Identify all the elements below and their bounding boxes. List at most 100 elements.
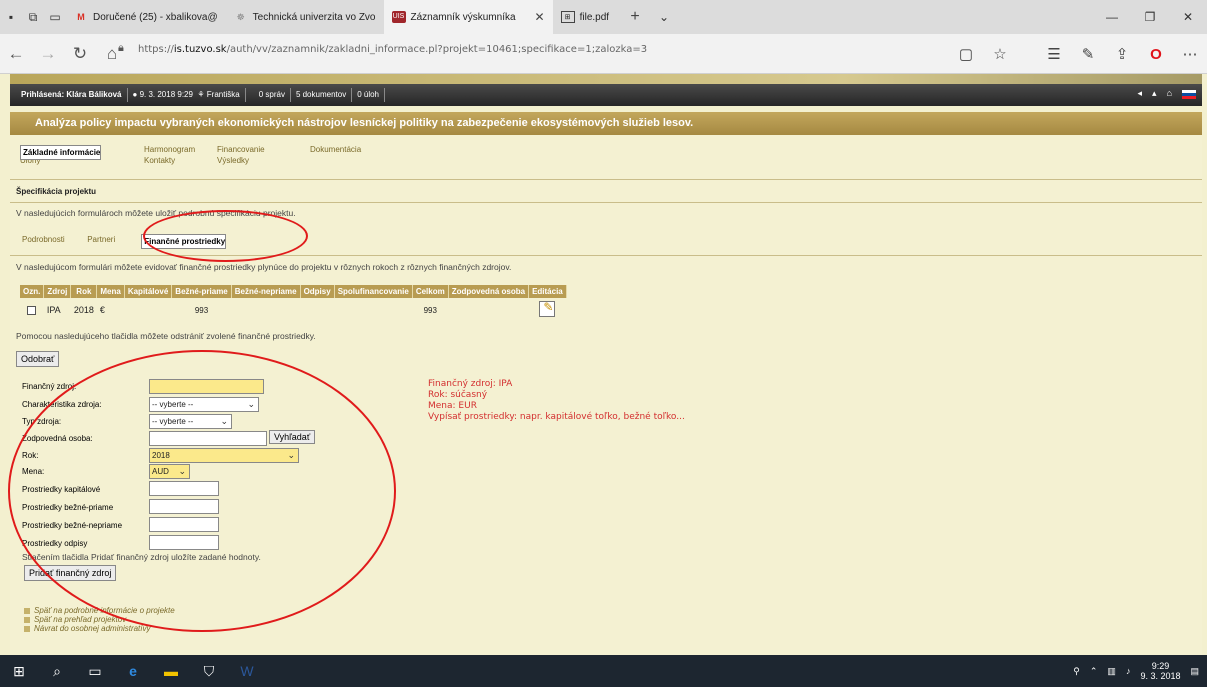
window-menu-icon[interactable]: ▪ [0,10,22,24]
date-info: ● 9. 3. 2018 9:29 ⚘ Františka [128,88,246,102]
person-icon[interactable]: ⚲ [1073,666,1080,677]
close-window-icon[interactable]: ✕ [1169,0,1207,34]
home-small-icon[interactable]: ⌂ [1167,88,1172,99]
cell-celkom: 993 [423,305,437,315]
task-view-icon[interactable]: ▭ [76,663,114,680]
link-label: Návrat do osobnej administratívy [34,624,151,633]
top-right-icons: ◂ ▴ ⌂ [1138,88,1196,99]
subtab-partneri[interactable]: Partneri [87,235,115,244]
url-prefix: https:// [138,44,174,55]
cell-mena: € [99,305,105,315]
favorites-hub-icon[interactable]: ☰ [1037,45,1071,63]
menu-financovanie[interactable]: Financovanie [217,145,310,154]
cell-rok: 2018 [73,305,94,315]
volume-icon[interactable]: ♪ [1126,666,1131,676]
language-flag-icon[interactable] [1182,90,1196,99]
menu-vysledky[interactable]: Výsledky [217,156,310,165]
col-bezne-nepriame: Bežné-nepriame [231,285,301,298]
finance-intro: V nasledujúcom formulári môžete evidovať… [16,262,512,272]
tabs-aside-icon[interactable]: ▭ [44,10,66,24]
col-kapitalove: Kapitálové [124,285,173,298]
note-line: Vypísať prostriedky: napr. kapitálové to… [428,412,685,422]
forward-icon[interactable]: → [32,44,64,64]
new-tab-icon[interactable]: + [617,8,653,26]
tab-zaznamnik[interactable]: UIS Záznamník výskumníka ✕ [383,0,553,34]
share-icon[interactable]: ⇪ [1105,45,1139,63]
date-time: 9. 3. 2018 9:29 [139,90,193,99]
menu-zakladne-informacie[interactable]: Základné informácie [20,145,102,160]
col-zdroj: Zdroj [43,285,72,298]
divider [10,179,1202,180]
subtab-podrobnosti[interactable]: Podrobnosti [22,235,65,244]
store-icon[interactable]: ⛉ [190,663,228,680]
annotation-note: Finančný zdroj: IPA Rok: súčasný Mena: E… [428,379,685,423]
minimize-icon[interactable]: — [1093,0,1131,34]
windows-start-icon[interactable]: ⊞ [0,663,38,680]
note-line: Finančný zdroj: IPA [428,379,513,389]
refresh-icon[interactable]: ↻ [64,44,96,64]
edit-icon[interactable] [539,300,556,317]
row-checkbox-cell [20,298,44,322]
cell-osoba [448,298,528,322]
note-line: Rok: súčasný [428,390,488,400]
gmail-icon: M [77,12,85,22]
arrow-up-icon[interactable]: ▴ [1152,88,1157,99]
remove-text: Pomocou nasledujúceho tlačidla môžete od… [16,331,316,341]
remove-button[interactable]: Odobrať [16,351,60,367]
taskbar: ⊞ ⌕ ▭ e ▬ ⛉ W ⚲ ⌃ ▥ ♪ 9:29 9. 3. 2018 ▤ [0,655,1207,687]
arrow-left-icon[interactable]: ◂ [1138,88,1143,99]
menu-kontakty[interactable]: Kontakty [144,156,217,165]
col-spolufinancovanie: Spolufinancovanie [334,285,413,298]
restore-icon[interactable]: ❐ [1131,0,1169,34]
notifications-icon[interactable]: ▤ [1190,666,1199,677]
nameday: Františka [206,90,240,99]
close-tab-icon[interactable]: ✕ [535,10,545,24]
reading-view-icon[interactable]: ▢ [949,45,983,63]
opera-icon[interactable]: O [1139,46,1173,63]
back-icon[interactable]: ← [0,44,32,64]
tab-label: Technická univerzita vo Zvo [252,11,376,23]
word-icon[interactable]: W [228,663,266,679]
col-odpisy: Odpisy [300,285,335,298]
menu-dokumentacia[interactable]: Dokumentácia [310,145,400,154]
user-bar: Prihlásená: Klára Báliková ● 9. 3. 2018 … [10,84,1202,106]
lock-icon: 🔒︎ [118,42,124,54]
row-checkbox[interactable] [27,305,37,315]
file-explorer-icon[interactable]: ▬ [152,663,190,679]
tab-gmail[interactable]: M Doručené (25) - xbalikova@ [66,0,226,34]
finance-table: Ozn. Zdroj Rok Mena Kapitálové Bežné-pri… [20,285,567,322]
edge-icon[interactable]: e [114,663,152,679]
address-bar: ← → ↻ ⌂ 🔒︎ https://is.tuzvo.sk/auth/vv/z… [0,34,1207,74]
col-celkom: Celkom [412,285,449,298]
cell-editacia [529,298,567,322]
col-zodpovedna-osoba: Zodpovedná osoba [448,285,530,298]
pdf-icon: ⊞ [560,11,575,23]
browser-tools: ▢ ☆ ☰ ✎ ⇪ O ⋯ [949,34,1207,74]
tasks-link[interactable]: 0 úloh [352,88,385,102]
subtabs: Podrobnosti Partneri Finančné prostriedk… [22,234,227,249]
tab-label: file.pdf [579,11,610,23]
more-icon[interactable]: ⋯ [1173,45,1207,63]
cell-zdroj: IPA [46,305,61,315]
url-field[interactable]: https://is.tuzvo.sk/auth/vv/zaznamnik/za… [138,44,647,55]
col-mena: Mena [96,285,125,298]
show-hidden-icon[interactable]: ⌃ [1090,666,1098,677]
university-icon: ☸ [236,12,245,22]
clock[interactable]: 9:29 9. 3. 2018 [1140,661,1180,681]
tab-university[interactable]: ☸ Technická univerzita vo Zvo [226,0,384,34]
documents-link[interactable]: 5 dokumentov [291,88,353,102]
bullet-icon [24,616,30,623]
tab-pdf[interactable]: ⊞ file.pdf [553,0,617,34]
messages-link[interactable]: 0 správ [254,88,291,102]
annotation-circle-form [8,350,396,632]
chevron-down-icon[interactable]: ⌄ [653,10,675,24]
divider [10,202,1202,203]
cell-kapitalove [124,298,171,322]
project-menu: Základné informácie Pracovníci Harmonogr… [20,145,400,165]
network-icon[interactable]: ▥ [1107,666,1116,677]
tab-preview-icon[interactable]: ⧉ [22,10,44,25]
pen-icon[interactable]: ✎ [1071,45,1105,63]
search-icon[interactable]: ⌕ [38,663,76,680]
menu-harmonogram[interactable]: Harmonogram [144,145,217,154]
favorite-star-icon[interactable]: ☆ [983,45,1017,63]
